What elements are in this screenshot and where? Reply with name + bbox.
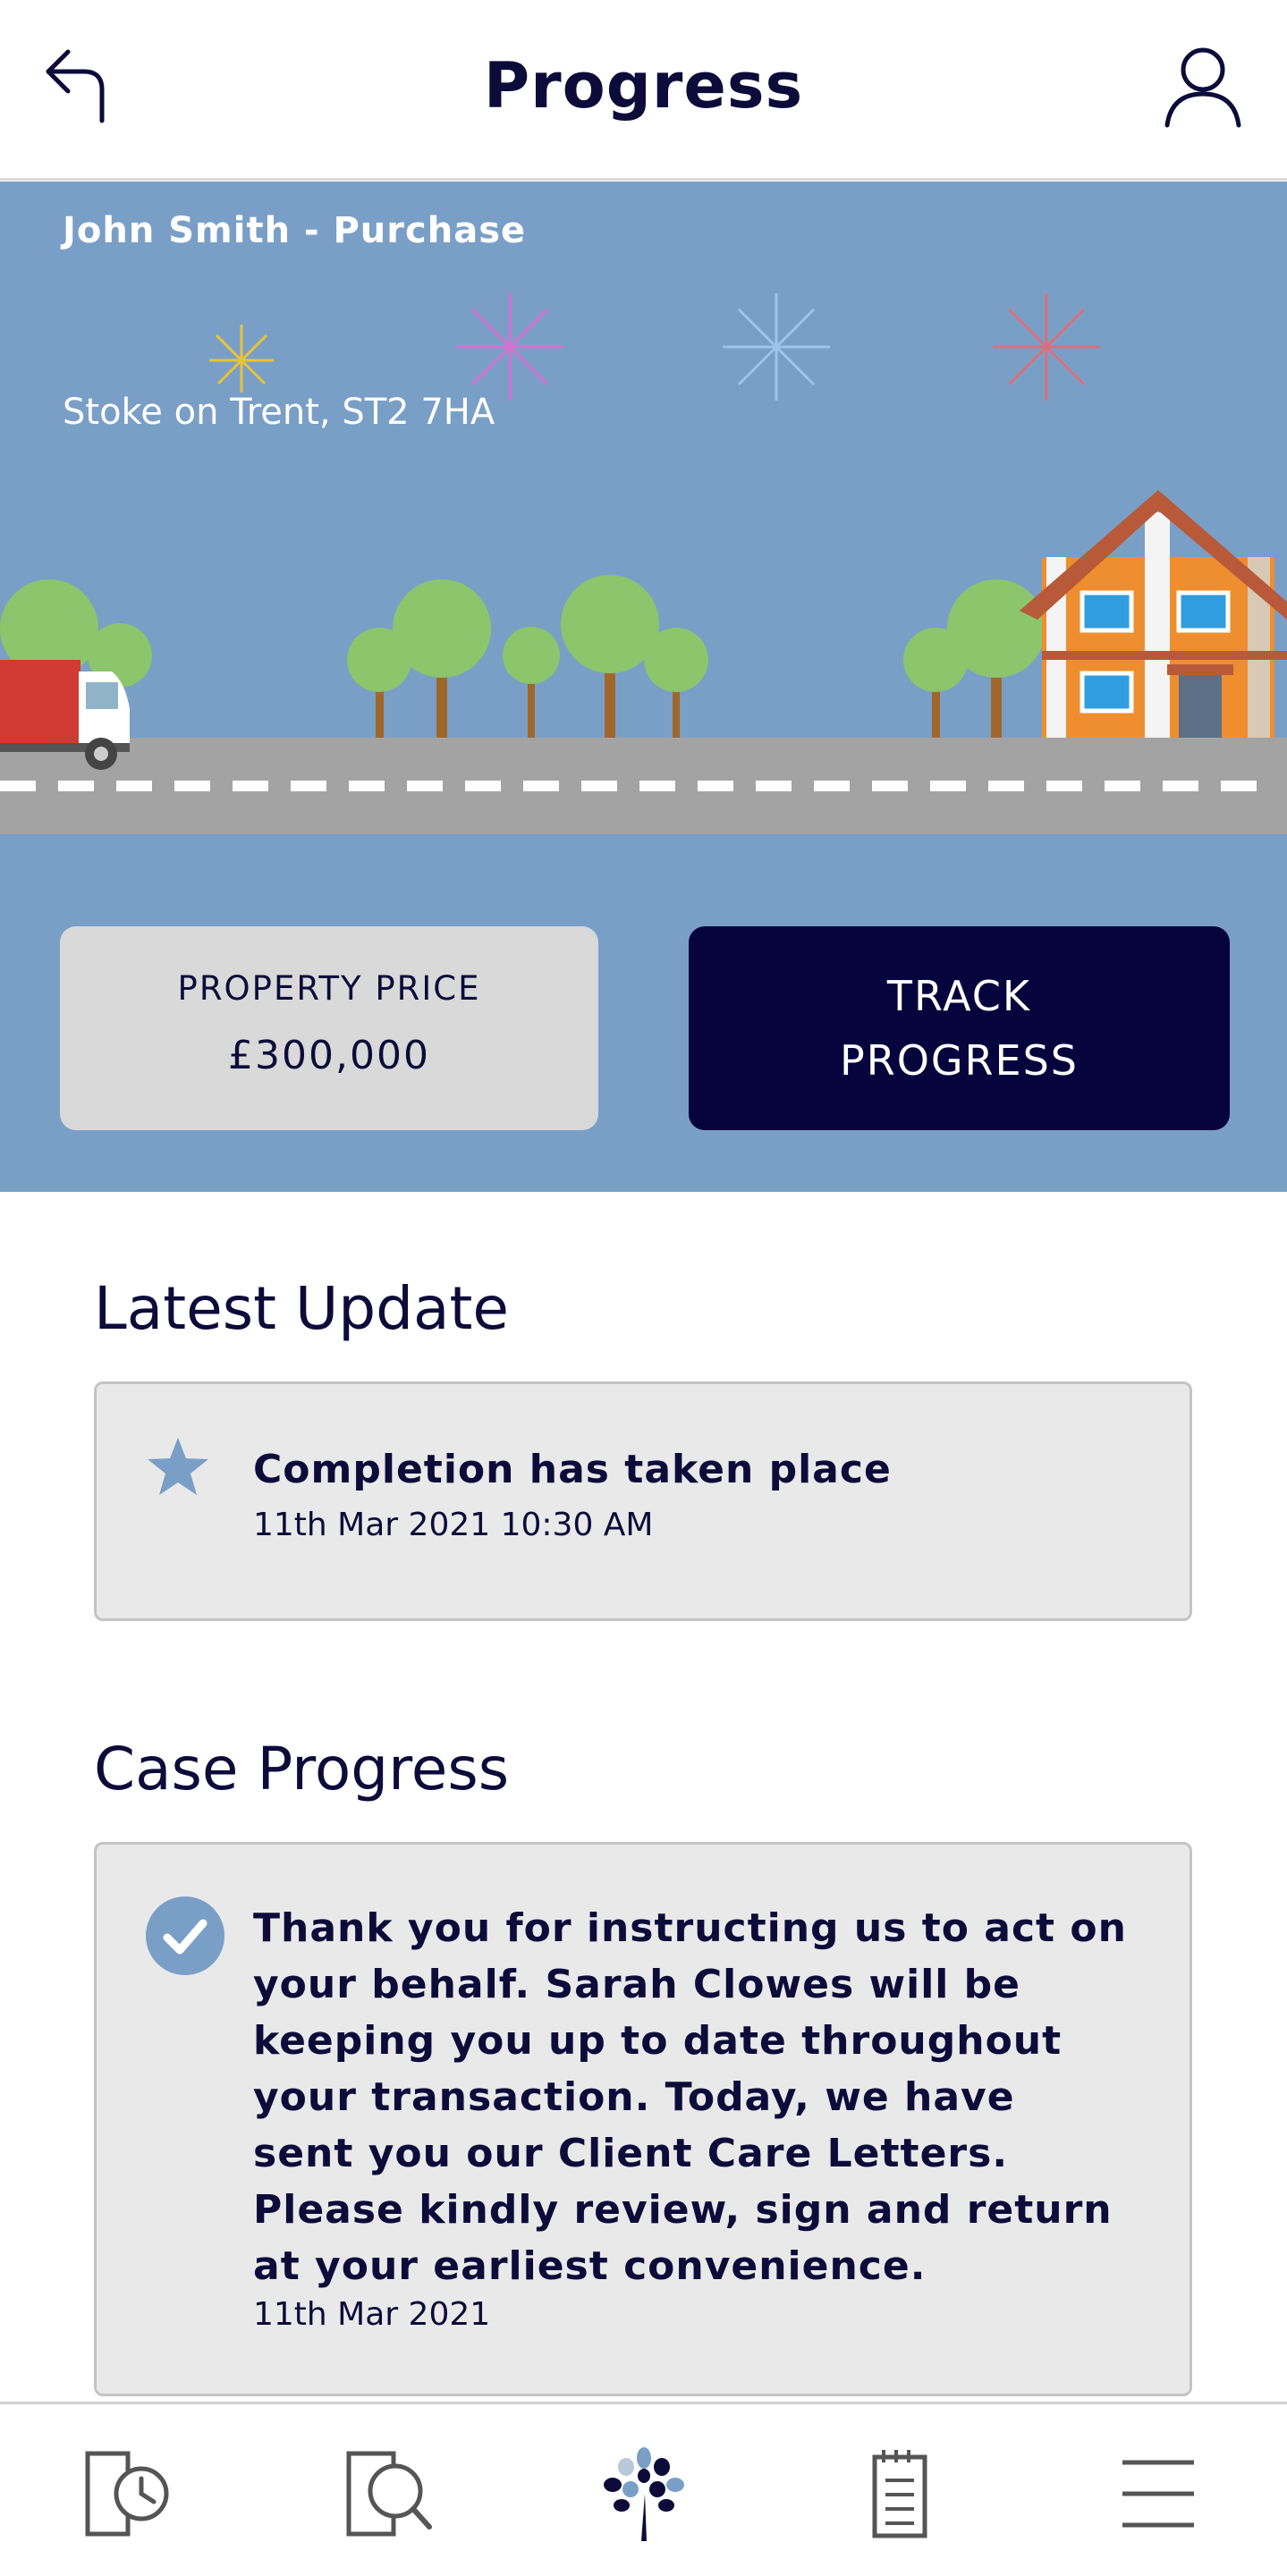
property-address: Stoke on Trent, ST2 7HA <box>63 392 495 433</box>
case-progress-heading: Case Progress <box>94 1735 510 1803</box>
latest-update-title: Completion has taken place <box>253 1447 892 1492</box>
firework-yellow-icon <box>209 325 274 393</box>
case-title: John Smith - Purchase <box>63 210 527 251</box>
property-price-label: PROPERTY PRICE <box>177 969 481 1008</box>
case-progress-card[interactable]: Thank you for instructing us to act on y… <box>94 1842 1192 2396</box>
check-circle-icon <box>146 1896 224 1975</box>
latest-update-card[interactable]: Completion has taken place 11th Mar 2021… <box>94 1381 1192 1621</box>
document-search-icon[interactable] <box>340 2445 438 2543</box>
app-header: Progress <box>0 0 1287 181</box>
property-hero: John Smith - Purchase Stoke on Trent, ST… <box>0 182 1287 1192</box>
moving-scene-illustration <box>0 293 1287 834</box>
track-progress-button[interactable]: TRACK PROGRESS <box>689 926 1230 1130</box>
firework-red-icon <box>993 293 1100 401</box>
firework-pink-icon <box>456 293 563 401</box>
bottom-navigation <box>0 2402 1287 2576</box>
page-title: Progress <box>483 49 804 122</box>
house-illustration <box>1020 490 1287 738</box>
tree-logo-icon[interactable] <box>595 2445 693 2543</box>
firework-blue-icon <box>723 293 830 401</box>
star-icon <box>148 1438 208 1495</box>
case-progress-text: Thank you for instructing us to act on y… <box>253 1905 1127 2289</box>
notepad-icon[interactable] <box>850 2445 948 2543</box>
latest-update-heading: Latest Update <box>94 1274 509 1343</box>
user-profile-icon[interactable] <box>1163 45 1243 130</box>
property-price-value: £300,000 <box>228 1033 430 1078</box>
document-clock-icon[interactable] <box>79 2445 177 2543</box>
latest-update-date: 11th Mar 2021 10:30 AM <box>253 1507 654 1543</box>
case-progress-date: 11th Mar 2021 <box>253 2296 491 2333</box>
trees <box>0 575 1046 738</box>
property-price-card[interactable]: PROPERTY PRICE £300,000 <box>60 926 598 1130</box>
menu-icon[interactable] <box>1109 2445 1207 2543</box>
